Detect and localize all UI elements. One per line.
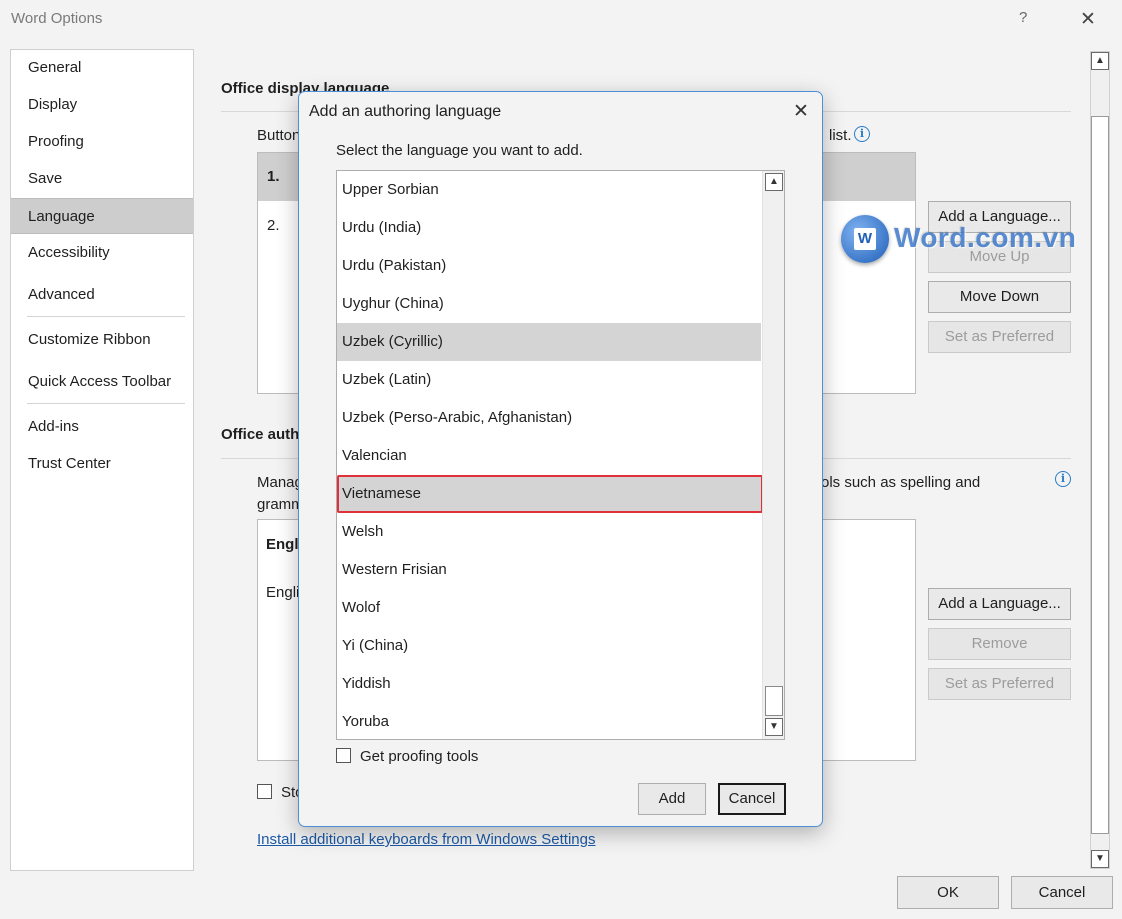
nav-item-quick-access-toolbar[interactable]: Quick Access Toolbar bbox=[11, 364, 193, 400]
nav-item-proofing[interactable]: Proofing bbox=[11, 124, 193, 160]
row-number: 2. bbox=[267, 217, 280, 234]
move-down-button[interactable]: Move Down bbox=[928, 281, 1071, 313]
nav-item-add-ins[interactable]: Add-ins bbox=[11, 409, 193, 445]
dialog-add-button[interactable]: Add bbox=[638, 783, 706, 815]
language-option-selected[interactable]: Vietnamese bbox=[337, 475, 763, 513]
language-option[interactable]: Valencian bbox=[337, 437, 761, 475]
scroll-down-arrow-icon[interactable]: ▼ bbox=[1091, 850, 1109, 868]
watermark-text: Word.com.vn bbox=[894, 222, 1077, 253]
get-proofing-tools-label: Get proofing tools bbox=[360, 748, 479, 765]
language-listbox[interactable]: Upper Sorbian Urdu (India) Urdu (Pakista… bbox=[336, 170, 785, 740]
nav-item-language[interactable]: Language bbox=[11, 198, 193, 234]
language-option[interactable]: Urdu (India) bbox=[337, 209, 761, 247]
cancel-button[interactable]: Cancel bbox=[1011, 876, 1113, 909]
display-language-description: Button bbox=[257, 127, 301, 144]
add-authoring-language-button[interactable]: Add a Language... bbox=[928, 588, 1071, 620]
info-icon[interactable]: i bbox=[1055, 471, 1071, 487]
get-proofing-tools-checkbox[interactable] bbox=[336, 748, 351, 763]
language-option[interactable]: Yi (China) bbox=[337, 627, 761, 665]
info-icon[interactable]: i bbox=[854, 126, 870, 142]
help-icon[interactable]: ? bbox=[1019, 9, 1027, 26]
language-option[interactable]: Yiddish bbox=[337, 665, 761, 703]
nav-divider bbox=[27, 403, 185, 404]
window-title: Word Options bbox=[11, 10, 103, 27]
display-language-description-end: list. bbox=[829, 127, 852, 144]
language-option-hovered[interactable]: Uzbek (Cyrillic) bbox=[337, 323, 761, 361]
stop-checkbox[interactable] bbox=[257, 784, 272, 799]
nav-item-general[interactable]: General bbox=[11, 50, 193, 86]
nav-item-save[interactable]: Save bbox=[11, 161, 193, 197]
row-number: 1. bbox=[267, 168, 280, 185]
language-option[interactable]: Upper Sorbian bbox=[337, 171, 761, 209]
dialog-close-icon[interactable]: ✕ bbox=[793, 100, 809, 123]
add-authoring-language-dialog: Add an authoring language ✕ Select the l… bbox=[298, 91, 823, 827]
scroll-up-arrow-icon[interactable]: ▲ bbox=[1091, 52, 1109, 70]
authoring-description: Manag bbox=[257, 474, 303, 491]
scroll-thumb[interactable] bbox=[1091, 116, 1109, 834]
listbox-scrollbar[interactable]: ▲ ▼ bbox=[762, 171, 784, 739]
authoring-description-end: ols such as spelling and bbox=[821, 474, 981, 491]
main-scrollbar[interactable]: ▲ ▼ bbox=[1090, 51, 1110, 869]
language-option[interactable]: Uyghur (China) bbox=[337, 285, 761, 323]
nav-divider bbox=[27, 316, 185, 317]
word-logo-icon: W bbox=[841, 215, 889, 263]
nav-item-trust-center[interactable]: Trust Center bbox=[11, 446, 193, 482]
options-navigation: General Display Proofing Save Language A… bbox=[10, 49, 194, 871]
dialog-prompt: Select the language you want to add. bbox=[336, 142, 583, 159]
list-scroll-up-icon[interactable]: ▲ bbox=[765, 173, 783, 191]
language-option[interactable]: Western Frisian bbox=[337, 551, 761, 589]
set-authoring-preferred-button[interactable]: Set as Preferred bbox=[928, 668, 1071, 700]
list-item[interactable]: Engli bbox=[266, 584, 299, 601]
nav-item-advanced[interactable]: Advanced bbox=[11, 277, 193, 313]
nav-item-accessibility[interactable]: Accessibility bbox=[11, 235, 193, 271]
listbox-scroll-thumb[interactable] bbox=[765, 686, 783, 716]
language-option[interactable]: Wolof bbox=[337, 589, 761, 627]
nav-item-customize-ribbon[interactable]: Customize Ribbon bbox=[11, 322, 193, 358]
language-option[interactable]: Yoruba bbox=[337, 703, 761, 739]
language-option[interactable]: Urdu (Pakistan) bbox=[337, 247, 761, 285]
language-option[interactable]: Uzbek (Latin) bbox=[337, 361, 761, 399]
language-option[interactable]: Uzbek (Perso-Arabic, Afghanistan) bbox=[337, 399, 761, 437]
dialog-title: Add an authoring language bbox=[309, 103, 502, 120]
remove-button[interactable]: Remove bbox=[928, 628, 1071, 660]
list-scroll-down-icon[interactable]: ▼ bbox=[765, 718, 783, 736]
dialog-cancel-button[interactable]: Cancel bbox=[718, 783, 786, 815]
close-icon[interactable]: ✕ bbox=[1080, 8, 1096, 31]
set-display-preferred-button[interactable]: Set as Preferred bbox=[928, 321, 1071, 353]
ok-button[interactable]: OK bbox=[897, 876, 999, 909]
authoring-description-line2: gramm bbox=[257, 496, 304, 513]
authoring-language-heading: Office auth bbox=[221, 426, 300, 443]
nav-item-display[interactable]: Display bbox=[11, 87, 193, 123]
install-keyboards-link[interactable]: Install additional keyboards from Window… bbox=[257, 831, 596, 848]
list-heading: Engl bbox=[266, 536, 299, 553]
language-option[interactable]: Welsh bbox=[337, 513, 761, 551]
